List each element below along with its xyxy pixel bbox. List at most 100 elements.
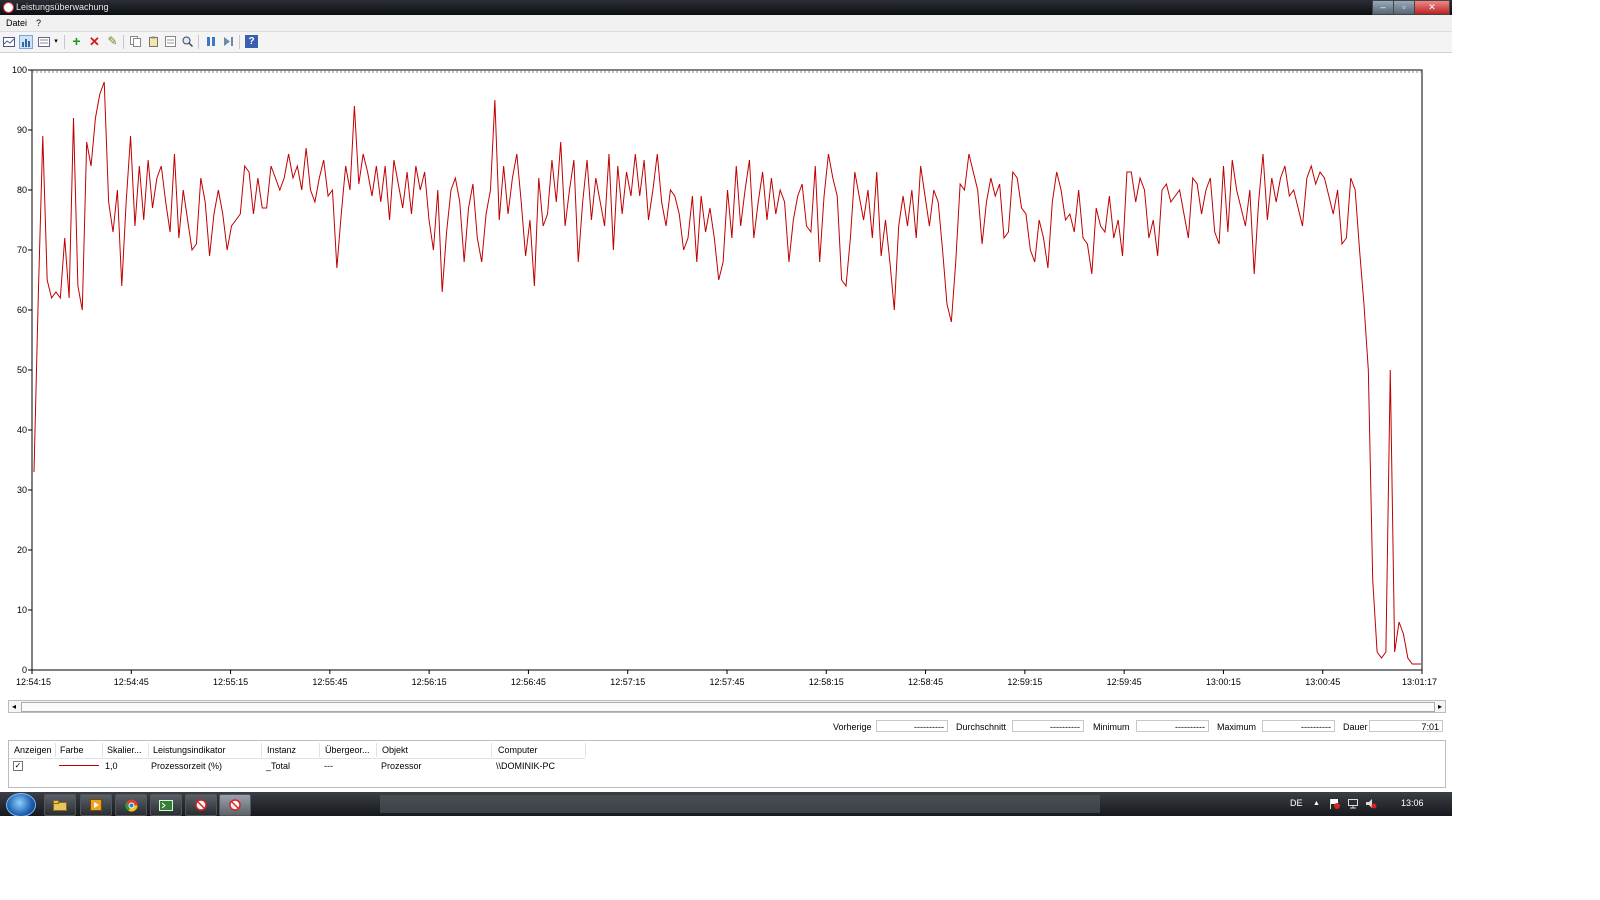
action-center-flag-icon[interactable] xyxy=(1329,798,1340,811)
paste-counter-list-icon[interactable] xyxy=(147,35,160,48)
y-tick-label: 70 xyxy=(17,245,27,255)
average-label: Durchschnitt xyxy=(956,722,1007,732)
start-button[interactable] xyxy=(6,793,36,816)
y-tick-label: 10 xyxy=(17,605,27,615)
x-tick-label: 12:57:45 xyxy=(709,677,744,687)
column-separator xyxy=(585,743,586,757)
delete-counter-icon[interactable]: ✕ xyxy=(88,35,101,48)
duration-value: 7:01 xyxy=(1369,720,1443,732)
scale-value: 1,0 xyxy=(105,761,118,771)
media-player-icon[interactable] xyxy=(80,794,112,816)
maximum-value: ---------- xyxy=(1262,720,1335,732)
x-tick-label: 12:55:15 xyxy=(213,677,248,687)
average-value: ---------- xyxy=(1012,720,1084,732)
toolbar: ▾ + ✕ ✎ ? xyxy=(0,32,1452,53)
minimum-label: Minimum xyxy=(1093,722,1130,732)
help-icon[interactable]: ? xyxy=(245,35,258,48)
performance-monitor-window: Leistungsüberwachung – ▫ ✕ Datei ? ▾ + ✕… xyxy=(0,0,1452,816)
x-tick-label: 12:59:15 xyxy=(1007,677,1042,687)
cpu-line-chart: 0 10 20 30 40 50 60 70 80 90 100 12:54:15 12:54:45 1… xyxy=(0,56,1452,696)
close-button[interactable]: ✕ xyxy=(1414,0,1450,15)
parent-value: --- xyxy=(324,761,333,771)
x-tick-label: 13:00:45 xyxy=(1305,677,1340,687)
col-header-parent[interactable]: Übergeor... xyxy=(325,745,370,755)
scroll-left-button[interactable]: ◂ xyxy=(9,701,19,712)
col-header-instance[interactable]: Instanz xyxy=(267,745,296,755)
y-tick-label: 40 xyxy=(17,425,27,435)
y-tick-label: 20 xyxy=(17,545,27,555)
col-header-scale[interactable]: Skalier... xyxy=(107,745,142,755)
col-header-object[interactable]: Objekt xyxy=(382,745,408,755)
properties-icon[interactable] xyxy=(164,35,177,48)
x-tick-label: 12:58:15 xyxy=(809,677,844,687)
chevron-down-icon[interactable]: ▾ xyxy=(51,35,61,48)
column-separator xyxy=(102,743,103,757)
previous-value: ---------- xyxy=(876,720,948,732)
update-data-icon[interactable] xyxy=(222,35,235,48)
column-separator xyxy=(319,743,320,757)
taskbar-empty-area xyxy=(380,795,1100,813)
x-tick-label: 12:56:15 xyxy=(412,677,447,687)
maximize-button[interactable]: ▫ xyxy=(1393,0,1415,15)
x-tick-label: 12:58:45 xyxy=(908,677,943,687)
maximum-label: Maximum xyxy=(1217,722,1257,732)
minimize-button[interactable]: – xyxy=(1372,0,1394,15)
col-header-color[interactable]: Farbe xyxy=(60,745,84,755)
clock[interactable]: 13:06 xyxy=(1401,798,1424,808)
minimum-value: ---------- xyxy=(1136,720,1209,732)
x-tick-label: 12:54:45 xyxy=(114,677,149,687)
x-tick-label: 12:56:45 xyxy=(511,677,546,687)
taskbar: DE ▲ 13:06 xyxy=(0,792,1452,816)
previous-label: Vorherige xyxy=(833,722,872,732)
title-bar[interactable]: Leistungsüberwachung – ▫ ✕ xyxy=(0,0,1452,15)
copy-properties-icon[interactable] xyxy=(129,35,142,48)
zoom-icon[interactable] xyxy=(181,35,194,48)
language-indicator[interactable]: DE xyxy=(1290,798,1303,808)
x-tick-label: 12:57:15 xyxy=(610,677,645,687)
view-graph-icon[interactable] xyxy=(2,35,15,48)
chart-canvas: 0 10 20 30 40 50 60 70 80 90 100 12:54:15 12:54:45 1… xyxy=(12,65,1437,687)
network-icon[interactable] xyxy=(1347,798,1359,811)
scroll-thumb[interactable] xyxy=(21,702,1435,712)
x-tick-label: 12:59:45 xyxy=(1107,677,1142,687)
y-tick-label: 50 xyxy=(17,365,27,375)
x-tick-label: 12:55:45 xyxy=(312,677,347,687)
instance-value: _Total xyxy=(266,761,291,771)
col-header-counter[interactable]: Leistungsindikator xyxy=(153,745,226,755)
counter-legend: Anzeigen Farbe Skalier... Leistungsindik… xyxy=(8,740,1446,788)
view-histogram-icon[interactable] xyxy=(19,35,33,49)
add-counter-icon[interactable]: + xyxy=(70,34,83,48)
volume-muted-icon[interactable] xyxy=(1365,798,1377,811)
col-header-show[interactable]: Anzeigen xyxy=(14,745,52,755)
show-checkbox[interactable]: ✓ xyxy=(13,761,23,771)
stats-bar: Vorherige ---------- Durchschnitt ------… xyxy=(0,718,1452,736)
tray-expand-icon[interactable]: ▲ xyxy=(1313,800,1320,807)
plot-area xyxy=(31,69,1423,671)
x-tick-label: 13:01:17 xyxy=(1402,677,1437,687)
toolbar-separator xyxy=(239,35,240,49)
header-divider xyxy=(9,758,585,759)
toolbar-separator xyxy=(64,35,65,49)
freeze-display-icon[interactable] xyxy=(204,35,217,48)
column-separator xyxy=(148,743,149,757)
x-tick-label: 13:00:15 xyxy=(1206,677,1241,687)
counter-name[interactable]: Prozessorzeit (%) xyxy=(151,761,222,771)
chrome-icon[interactable] xyxy=(115,794,147,816)
col-header-computer[interactable]: Computer xyxy=(498,745,538,755)
menu-datei[interactable]: Datei xyxy=(6,18,27,28)
column-separator xyxy=(261,743,262,757)
window-title: Leistungsüberwachung xyxy=(16,2,109,12)
view-report-icon[interactable] xyxy=(37,35,50,48)
perfmon-active-icon[interactable] xyxy=(219,794,251,816)
folder-icon[interactable] xyxy=(44,794,76,816)
y-tick-label: 0 xyxy=(22,665,27,675)
scroll-right-button[interactable]: ▸ xyxy=(1435,701,1445,712)
menu-help[interactable]: ? xyxy=(36,18,41,28)
y-tick-label: 100 xyxy=(12,65,27,75)
perfmon-icon[interactable] xyxy=(185,794,217,816)
terminal-icon[interactable] xyxy=(150,794,182,816)
time-scrollbar[interactable]: ◂ ▸ xyxy=(8,700,1446,713)
perfmon-app-icon xyxy=(3,2,14,13)
highlight-icon[interactable]: ✎ xyxy=(106,35,119,48)
x-tick-label: 12:54:15 xyxy=(16,677,51,687)
